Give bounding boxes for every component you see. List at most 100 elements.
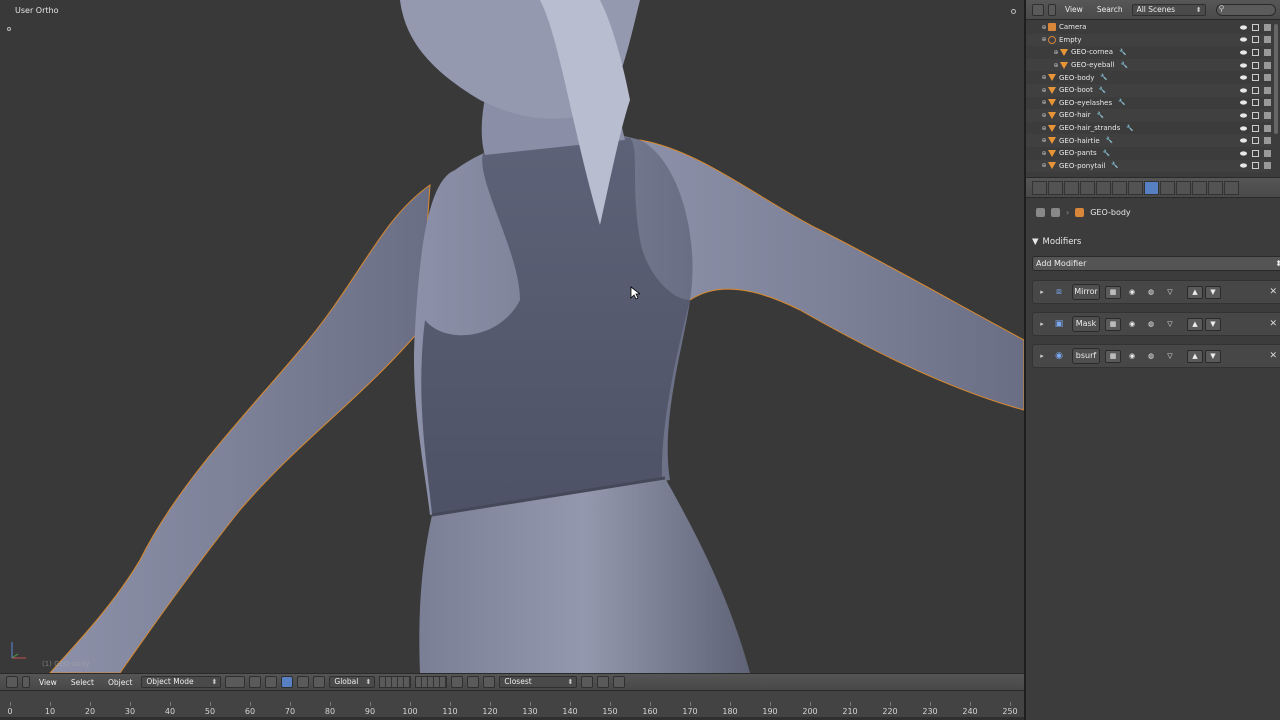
expand-icon[interactable]: ⊕ bbox=[1040, 112, 1048, 119]
tab-texture[interactable] bbox=[1192, 180, 1207, 195]
move-up-icon[interactable]: ▲ bbox=[1187, 349, 1203, 363]
view-options-dot[interactable] bbox=[7, 27, 11, 31]
modifier-row[interactable]: ▸ ▣ Mask ▦ ◉ ◍ ▽ ▲ ▼ ✕ bbox=[1032, 312, 1280, 336]
tab-modifiers[interactable] bbox=[1144, 180, 1159, 195]
expand-icon[interactable]: ⊕ bbox=[1040, 125, 1048, 132]
snap-target-select[interactable]: Closest bbox=[499, 676, 578, 688]
expand-icon[interactable]: ⊕ bbox=[1052, 62, 1060, 69]
select-arrow-icon[interactable] bbox=[1252, 74, 1259, 82]
eye-icon[interactable] bbox=[1240, 25, 1247, 30]
proportional-edit-icon[interactable] bbox=[467, 676, 480, 688]
modifier-name-field[interactable]: Mask bbox=[1072, 316, 1100, 332]
outliner-item[interactable]: ⊕ Empty bbox=[1026, 33, 1271, 47]
select-arrow-icon[interactable] bbox=[1252, 48, 1259, 56]
expand-icon[interactable]: ⊕ bbox=[1040, 162, 1048, 169]
expand-triangle-icon[interactable]: ▸ bbox=[1035, 288, 1049, 296]
menu-select[interactable]: Select bbox=[66, 678, 99, 687]
render-camera-icon[interactable] bbox=[1264, 149, 1271, 157]
render-camera-icon[interactable] bbox=[1264, 74, 1271, 82]
select-arrow-icon[interactable] bbox=[1252, 36, 1259, 44]
outliner-item[interactable]: ⊕ GEO-hair_strands 🔧 bbox=[1026, 122, 1271, 135]
render-camera-icon[interactable] bbox=[1264, 48, 1271, 56]
eye-icon[interactable] bbox=[1240, 113, 1247, 118]
outliner-item[interactable]: ⊕ GEO-pants 🔧 bbox=[1026, 147, 1271, 160]
layers-grid[interactable] bbox=[379, 676, 412, 688]
orientation-select[interactable]: Global bbox=[329, 676, 376, 688]
menu-view[interactable]: View bbox=[34, 678, 62, 687]
eye-icon[interactable] bbox=[1240, 163, 1247, 168]
outliner-item[interactable]: ⊕ GEO-eyelashes 🔧 bbox=[1026, 97, 1271, 110]
character-model[interactable] bbox=[0, 0, 1024, 673]
remove-modifier-icon[interactable]: ✕ bbox=[1269, 351, 1277, 361]
snap-toggle-icon[interactable] bbox=[483, 676, 496, 688]
opengl-anim-icon[interactable] bbox=[597, 676, 610, 688]
eye-icon[interactable] bbox=[1240, 88, 1247, 93]
render-camera-icon[interactable] bbox=[1264, 124, 1271, 132]
move-up-icon[interactable]: ▲ bbox=[1187, 285, 1203, 299]
rotate-icon[interactable] bbox=[297, 676, 310, 688]
modifier-row[interactable]: ▸ ⧈ Mirror ▦ ◉ ◍ ▽ ▲ ▼ ✕ bbox=[1032, 280, 1280, 304]
editor-type-icon[interactable] bbox=[6, 676, 18, 688]
expand-icon[interactable]: ⊕ bbox=[1040, 99, 1048, 106]
move-down-icon[interactable]: ▼ bbox=[1205, 285, 1221, 299]
translate-icon[interactable] bbox=[281, 676, 294, 688]
expand-triangle-icon[interactable]: ▸ bbox=[1035, 320, 1049, 328]
eye-icon[interactable] bbox=[1240, 100, 1247, 105]
outliner-item[interactable]: ⊕ GEO-cornea 🔧 bbox=[1026, 46, 1271, 59]
outliner-scrollbar[interactable] bbox=[1274, 24, 1278, 134]
render-camera-icon[interactable] bbox=[1264, 99, 1271, 107]
viewport-toggle-icon[interactable]: ◉ bbox=[1124, 350, 1140, 363]
cage-toggle-icon[interactable]: ▽ bbox=[1162, 350, 1178, 363]
pin-icon[interactable] bbox=[1036, 208, 1045, 217]
tab-render-layers[interactable] bbox=[1064, 180, 1079, 195]
outliner-item[interactable]: ⊕ GEO-body 🔧 bbox=[1026, 71, 1271, 84]
select-arrow-icon[interactable] bbox=[1252, 124, 1259, 132]
menu-toggle-icon[interactable] bbox=[22, 676, 30, 688]
layers-grid-2[interactable] bbox=[415, 676, 448, 688]
tab-render[interactable] bbox=[1048, 180, 1063, 195]
render-toggle-icon[interactable]: ▦ bbox=[1105, 349, 1121, 363]
render-toggle-icon[interactable]: ▦ bbox=[1105, 317, 1121, 331]
render-camera-icon[interactable] bbox=[1264, 36, 1271, 44]
modifiers-panel-header[interactable]: ▼ Modifiers bbox=[1032, 235, 1272, 249]
manipulator-icon[interactable] bbox=[265, 676, 278, 688]
move-up-icon[interactable]: ▲ bbox=[1187, 317, 1203, 331]
cage-toggle-icon[interactable]: ▽ bbox=[1162, 286, 1178, 299]
expand-icon[interactable]: ⊕ bbox=[1040, 137, 1048, 144]
remove-modifier-icon[interactable]: ✕ bbox=[1269, 287, 1277, 297]
select-arrow-icon[interactable] bbox=[1252, 99, 1259, 107]
render-camera-icon[interactable] bbox=[1264, 137, 1271, 145]
tab-scene[interactable] bbox=[1080, 180, 1095, 195]
render-camera-icon[interactable] bbox=[1264, 111, 1271, 119]
mode-select[interactable]: Object Mode bbox=[141, 676, 222, 688]
editmode-toggle-icon[interactable]: ◍ bbox=[1143, 350, 1159, 363]
select-arrow-icon[interactable] bbox=[1252, 23, 1259, 31]
eye-icon[interactable] bbox=[1240, 50, 1247, 55]
tab-constraints[interactable] bbox=[1128, 180, 1143, 195]
editor-type-icon[interactable] bbox=[1032, 3, 1044, 16]
outliner-item[interactable]: ⊕ GEO-hairtie 🔧 bbox=[1026, 134, 1271, 147]
timeline-ruler[interactable]: 0 10 20 30 40 50 60 70 80 90 100 110 120 130 140 150 160… bbox=[0, 690, 1024, 720]
render-layer-icon[interactable] bbox=[451, 676, 464, 688]
display-mode-select[interactable]: All Scenes bbox=[1131, 3, 1206, 16]
scale-icon[interactable] bbox=[313, 676, 326, 688]
render-camera-icon[interactable] bbox=[1264, 23, 1271, 31]
outliner-item[interactable]: ⊕ GEO-hair 🔧 bbox=[1026, 109, 1271, 122]
expand-icon[interactable]: ⊕ bbox=[1040, 74, 1048, 81]
select-arrow-icon[interactable] bbox=[1252, 137, 1259, 145]
render-camera-icon[interactable] bbox=[1264, 61, 1271, 69]
move-down-icon[interactable]: ▼ bbox=[1205, 317, 1221, 331]
select-arrow-icon[interactable] bbox=[1252, 111, 1259, 119]
add-modifier-dropdown[interactable]: Add Modifier bbox=[1032, 256, 1280, 271]
expand-icon[interactable]: ⊕ bbox=[1040, 36, 1048, 43]
cage-toggle-icon[interactable]: ▽ bbox=[1162, 318, 1178, 331]
menu-view[interactable]: View bbox=[1060, 5, 1088, 14]
remove-modifier-icon[interactable]: ✕ bbox=[1269, 319, 1277, 329]
select-arrow-icon[interactable] bbox=[1252, 149, 1259, 157]
tab-physics[interactable] bbox=[1224, 180, 1239, 195]
expand-triangle-icon[interactable]: ▸ bbox=[1035, 352, 1049, 360]
viewport-split-handle[interactable] bbox=[1011, 9, 1016, 14]
editmode-toggle-icon[interactable]: ◍ bbox=[1143, 286, 1159, 299]
select-arrow-icon[interactable] bbox=[1252, 61, 1259, 69]
tab-material[interactable] bbox=[1176, 180, 1191, 195]
